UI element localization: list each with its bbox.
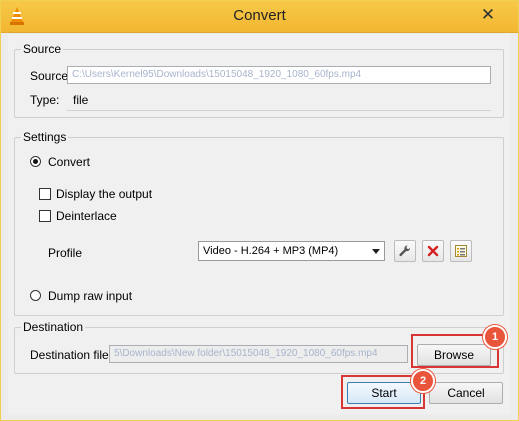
source-legend: Source (23, 42, 62, 56)
source-divider (67, 110, 491, 111)
display-output-checkbox[interactable] (39, 188, 51, 200)
dump-raw-radio[interactable] (30, 290, 41, 301)
red-x-icon (427, 245, 439, 257)
convert-radio[interactable] (30, 156, 41, 167)
destination-file-input[interactable]: 5\Downloads\New folder\15015048_1920_108… (109, 345, 408, 363)
convert-window: Convert ✕ Source Source: C:\Users\Kernel… (0, 0, 519, 421)
delete-profile-button[interactable] (422, 240, 444, 262)
destination-legend: Destination (23, 320, 84, 334)
title-bar[interactable]: Convert ✕ (1, 1, 518, 33)
source-input[interactable]: C:\Users\Kernel95\Downloads\15015048_192… (67, 66, 491, 84)
deinterlace-label[interactable]: Deinterlace (56, 209, 117, 223)
source-label: Source: (30, 69, 72, 83)
profile-dropdown[interactable]: Video - H.264 + MP3 (MP4) (198, 241, 385, 261)
new-profile-button[interactable] (450, 240, 472, 262)
type-value: file (73, 93, 89, 107)
type-label: Type: (30, 93, 60, 107)
wrench-icon (399, 245, 411, 257)
chevron-down-icon (372, 249, 380, 254)
callout-badge-2: 2 (411, 369, 435, 393)
profile-dropdown-value: Video - H.264 + MP3 (MP4) (203, 245, 339, 257)
convert-label[interactable]: Convert (48, 155, 90, 169)
destination-file-label: Destination file: (30, 348, 113, 362)
profile-label: Profile (48, 246, 83, 260)
deinterlace-checkbox[interactable] (39, 210, 51, 222)
close-button[interactable]: ✕ (466, 4, 510, 26)
window-title: Convert (233, 7, 286, 24)
cancel-button[interactable]: Cancel (429, 382, 503, 404)
display-output-label[interactable]: Display the output (56, 187, 152, 201)
profile-list-icon (455, 245, 467, 257)
callout-badge-1: 1 (483, 325, 507, 349)
edit-profile-button[interactable] (394, 240, 416, 262)
settings-legend: Settings (23, 130, 67, 144)
dump-raw-label[interactable]: Dump raw input (48, 289, 132, 303)
